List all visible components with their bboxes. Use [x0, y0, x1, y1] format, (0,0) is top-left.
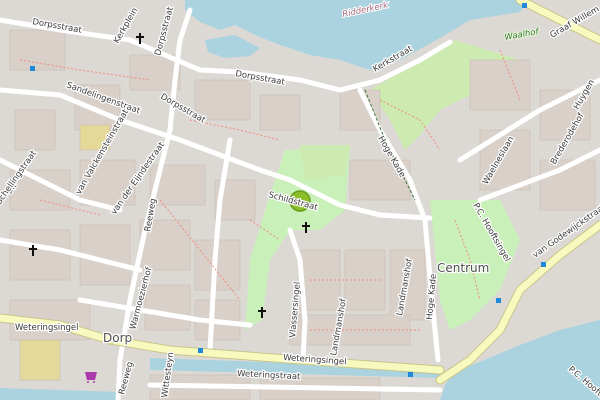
map-view[interactable]: Dorpsstraat Kerkplein Dorpsstraat Dorpss… — [0, 0, 600, 400]
map-canvas[interactable]: Dorpsstraat Kerkplein Dorpsstraat Dorpss… — [0, 0, 600, 400]
schild-green — [300, 145, 350, 180]
street-label: Weteringsingel — [15, 323, 79, 333]
place-label: Centrum — [437, 261, 489, 275]
place-label: Dorp — [103, 331, 132, 345]
